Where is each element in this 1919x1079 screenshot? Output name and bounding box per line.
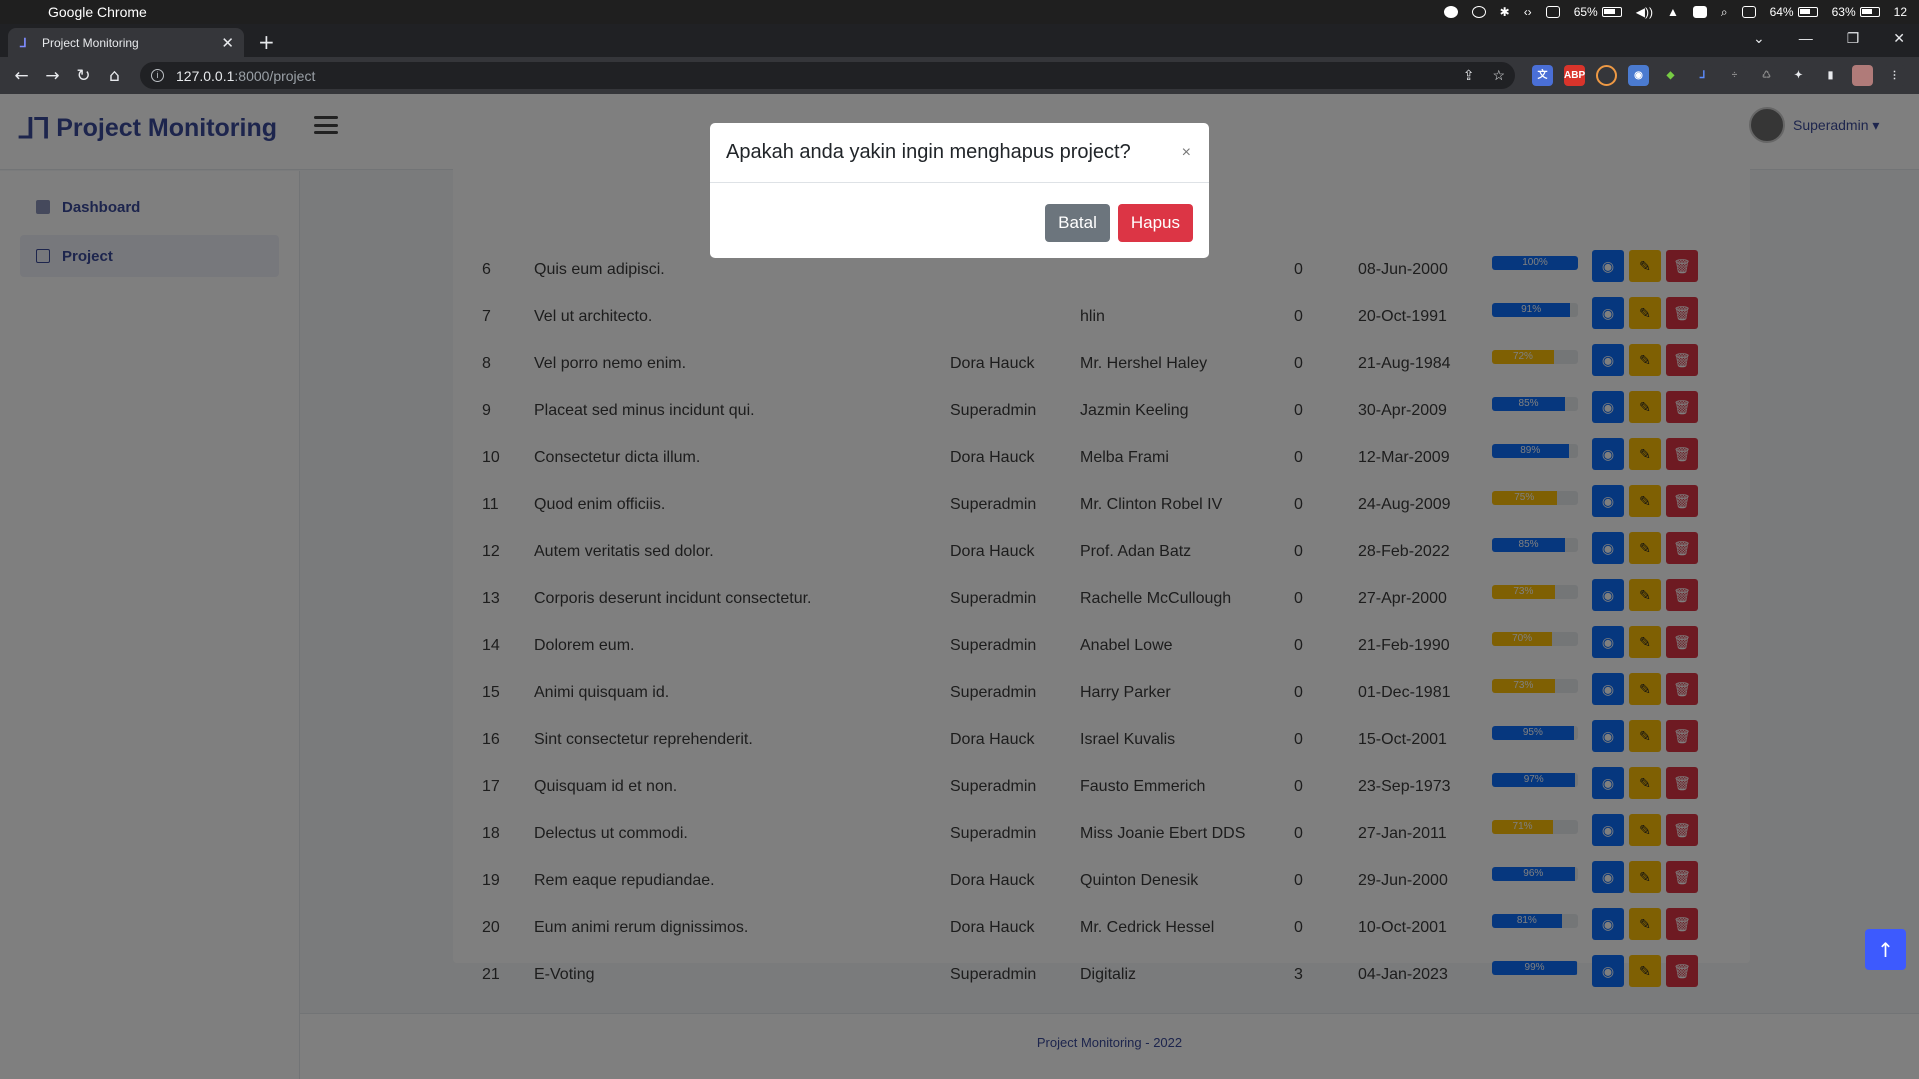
volume-icon[interactable]: ◀)) (1636, 5, 1653, 19)
battery-icon (1859, 7, 1880, 17)
bluetooth-icon[interactable]: ✱ (1500, 5, 1510, 19)
project-extension-icon[interactable]: ⅃ (1692, 65, 1713, 86)
home-icon[interactable]: ⌂ (99, 66, 130, 86)
tab-close-icon[interactable]: ✕ (221, 34, 234, 52)
u-app-icon[interactable] (1692, 6, 1707, 18)
os-status-area: ✱ ‹› 65% ◀)) ▲ ⌕ 64% 63% 12 (1443, 0, 1907, 24)
chrome-menu-icon[interactable]: ⋮ (1884, 65, 1905, 86)
palette-extension-icon[interactable]: ◆ (1660, 65, 1681, 86)
url-text[interactable]: 127.0.0.1:8000/project (176, 68, 315, 84)
control-center-icon[interactable] (1741, 6, 1756, 18)
battery-indicator-2[interactable]: 64% (1770, 5, 1818, 19)
cancel-button[interactable]: Batal (1045, 204, 1110, 242)
battery-indicator-3[interactable]: 63% (1832, 5, 1880, 19)
restore-icon[interactable]: ❐ (1847, 30, 1860, 47)
battery-icon (1601, 7, 1622, 17)
battery-icon (1797, 7, 1818, 17)
split-extension-icon[interactable]: ÷ (1724, 65, 1745, 86)
clock[interactable]: 12 (1894, 5, 1907, 19)
battery-indicator[interactable]: 65% (1574, 5, 1622, 19)
color-extension-icon[interactable] (1596, 65, 1617, 86)
spotlight-search-icon[interactable]: ⌕ (1721, 5, 1728, 20)
favicon-icon: ⅃ (20, 35, 27, 50)
creative-cloud-icon[interactable] (1443, 6, 1458, 18)
os-app-name[interactable]: Google Chrome (48, 4, 147, 20)
close-icon[interactable]: × (1182, 144, 1191, 162)
forward-icon[interactable]: → (37, 66, 68, 86)
modal-footer: Batal Hapus (1045, 204, 1193, 242)
site-info-icon[interactable]: i (151, 69, 164, 82)
new-tab-icon[interactable]: + (258, 30, 275, 54)
display-icon[interactable] (1545, 6, 1560, 18)
profile-avatar[interactable] (1852, 65, 1873, 86)
tab-search-icon[interactable]: ⌄ (1753, 30, 1765, 47)
delete-button[interactable]: Hapus (1117, 204, 1193, 242)
close-window-icon[interactable]: ✕ (1893, 30, 1905, 47)
eject-icon[interactable]: ▲ (1667, 5, 1679, 19)
address-bar-actions: ⇪ ☆ (1463, 67, 1505, 84)
adblock-extension-icon[interactable]: ABP (1564, 65, 1585, 86)
bookmark-star-icon[interactable]: ☆ (1492, 67, 1505, 84)
window-controls: ⌄ — ❐ ✕ (1753, 30, 1905, 47)
arrow-up-icon: ↑ (1877, 937, 1894, 962)
browser-tab-strip: ⅃ Project Monitoring ✕ + ⌄ — ❐ ✕ (0, 24, 1919, 57)
side-panel-icon[interactable]: ▮ (1820, 65, 1841, 86)
minimize-icon[interactable]: — (1799, 30, 1813, 47)
screenshot-extension-icon[interactable]: ◉ (1628, 65, 1649, 86)
extensions-puzzle-icon[interactable]: ✦ (1788, 65, 1809, 86)
browser-toolbar: ← → ↻ ⌂ i 127.0.0.1:8000/project ⇪ ☆ 文 A… (0, 57, 1919, 94)
share-icon[interactable]: ⇪ (1463, 67, 1475, 84)
tab-title: Project Monitoring (42, 35, 139, 50)
code-icon[interactable]: ‹› (1524, 5, 1532, 19)
browser-tab[interactable]: ⅃ Project Monitoring ✕ (8, 28, 244, 57)
translate-extension-icon[interactable]: 文 (1532, 65, 1553, 86)
delete-confirm-modal: Apakah anda yakin ingin menghapus projec… (710, 123, 1209, 258)
recycle-extension-icon[interactable]: ♺ (1756, 65, 1777, 86)
back-icon[interactable]: ← (6, 66, 37, 86)
modal-title: Apakah anda yakin ingin menghapus projec… (726, 141, 1131, 163)
extensions-area: 文 ABP ◉ ◆ ⅃ ÷ ♺ ✦ ▮ ⋮ (1532, 65, 1905, 86)
media-icon[interactable] (1471, 6, 1486, 18)
address-bar[interactable]: i 127.0.0.1:8000/project ⇪ ☆ (140, 62, 1515, 89)
os-menu-bar: Google Chrome ✱ ‹› 65% ◀)) ▲ ⌕ 64% 63% 1… (0, 0, 1919, 24)
reload-icon[interactable]: ↻ (68, 66, 99, 86)
modal-header: Apakah anda yakin ingin menghapus projec… (710, 123, 1209, 183)
web-page: ⅃⅂ Project Monitoring Superadmin ▾ Dashb… (0, 94, 1919, 1079)
scroll-to-top-button[interactable]: ↑ (1865, 929, 1906, 970)
